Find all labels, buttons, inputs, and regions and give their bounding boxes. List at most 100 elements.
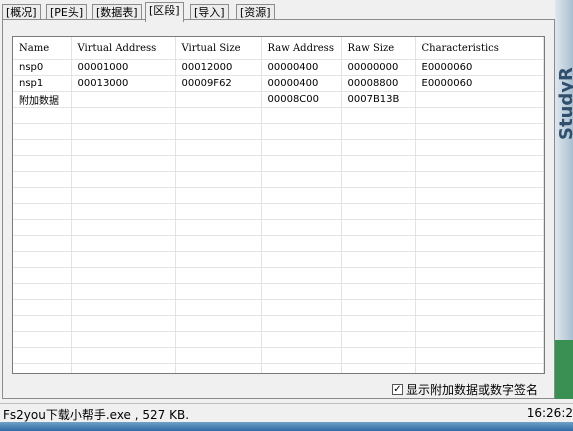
table-cell: [71, 363, 176, 373]
table-cell: [13, 187, 72, 204]
table-cell: [261, 331, 342, 348]
table-row[interactable]: 附加数据 00008C00 0007B13B: [13, 91, 544, 108]
table-cell: [415, 107, 544, 124]
table-cell: [261, 347, 342, 364]
sections-list[interactable]: Name Virtual Address Virtual Size Raw Addre…: [12, 36, 545, 374]
table-cell: 00012000: [175, 59, 262, 76]
table-cell: [13, 203, 72, 220]
checkbox-check-icon[interactable]: ✓: [392, 384, 403, 395]
sections-table: Name Virtual Address Virtual Size Raw Addre…: [13, 37, 544, 373]
column-header[interactable]: Raw Size: [341, 37, 416, 60]
table-cell: nsp1: [13, 75, 72, 92]
table-cell: [175, 203, 262, 220]
table-cell: [261, 171, 342, 188]
table-cell: [71, 347, 176, 364]
table-cell: [13, 347, 72, 364]
table-cell: [175, 171, 262, 188]
table-cell: [261, 203, 342, 220]
table-cell: [71, 91, 176, 108]
tab-2[interactable]: [数据表]: [92, 4, 142, 20]
table-cell: [261, 251, 342, 268]
table-cell: [415, 235, 544, 252]
table-cell: [261, 123, 342, 140]
table-cell: [341, 235, 416, 252]
table-cell: [261, 107, 342, 124]
table-cell: [71, 251, 176, 268]
table-row: [13, 299, 544, 316]
column-header[interactable]: Virtual Size: [175, 37, 262, 60]
table-cell: [261, 283, 342, 300]
table-cell: [175, 219, 262, 236]
table-row: [13, 219, 544, 236]
table-cell: [175, 331, 262, 348]
table-cell: 00000400: [261, 59, 342, 76]
table-cell: [341, 219, 416, 236]
tab-3[interactable]: [区段]: [145, 2, 184, 22]
column-header[interactable]: Raw Address: [261, 37, 342, 60]
tab-0[interactable]: [概况]: [2, 4, 41, 20]
status-file-info: Fs2you下载小帮手.exe , 527 KB.: [3, 408, 190, 422]
table-cell: [175, 123, 262, 140]
table-row[interactable]: nsp0 00001000 00012000 00000400 00000000 E000…: [13, 59, 544, 76]
table-row: [13, 315, 544, 332]
table-cell: [175, 299, 262, 316]
table-cell: [341, 171, 416, 188]
table-cell: [175, 187, 262, 204]
table-cell: [415, 187, 544, 204]
table-cell: [415, 331, 544, 348]
table-cell: [341, 363, 416, 373]
column-header[interactable]: Virtual Address: [71, 37, 176, 60]
table-cell: nsp0: [13, 59, 72, 76]
table-row: [13, 123, 544, 140]
table-cell: [341, 187, 416, 204]
table-cell: [261, 219, 342, 236]
table-cell: [415, 267, 544, 284]
tab-4[interactable]: [导入]: [190, 4, 229, 20]
table-cell: [71, 203, 176, 220]
table-cell: [13, 219, 72, 236]
table-row: [13, 139, 544, 156]
table-row: [13, 331, 544, 348]
table-cell: [13, 251, 72, 268]
table-row: [13, 155, 544, 172]
table-cell: [341, 315, 416, 332]
table-cell: [341, 347, 416, 364]
table-cell: [415, 123, 544, 140]
table-cell: [71, 267, 176, 284]
table-cell: [415, 283, 544, 300]
table-row: [13, 267, 544, 284]
show-overlay-checkbox[interactable]: ✓ 显示附加数据或数字签名: [392, 381, 538, 398]
table-cell: 附加数据: [13, 91, 72, 108]
table-cell: 00013000: [71, 75, 176, 92]
table-cell: [13, 155, 72, 172]
table-cell: [415, 251, 544, 268]
table-cell: [71, 171, 176, 188]
column-header[interactable]: Characteristics: [415, 37, 544, 60]
table-cell: [415, 91, 544, 108]
background-artwork: StudyR: [555, 0, 573, 399]
table-cell: [261, 187, 342, 204]
column-header[interactable]: Name: [13, 37, 72, 60]
table-cell: [415, 299, 544, 316]
table-cell: [13, 363, 72, 373]
table-cell: 00008C00: [261, 91, 342, 108]
table-cell: [261, 315, 342, 332]
table-row[interactable]: nsp1 00013000 00009F62 00000400 00008800 E000…: [13, 75, 544, 92]
table-cell: [175, 91, 262, 108]
tab-5[interactable]: [资源]: [236, 4, 275, 20]
artwork-green-patch: [555, 340, 573, 399]
tab-1[interactable]: [PE头]: [46, 4, 88, 20]
taskbar-strip: [0, 422, 573, 431]
table-cell: [71, 155, 176, 172]
sections-panel: Name Virtual Address Virtual Size Raw Addre…: [2, 19, 555, 399]
table-cell: [261, 139, 342, 156]
status-time: 16:26:2: [526, 406, 573, 420]
table-cell: [341, 123, 416, 140]
table-cell: [175, 267, 262, 284]
status-bar: Fs2you下载小帮手.exe , 527 KB. 16:26:2: [0, 403, 573, 422]
artwork-text: StudyR: [556, 67, 573, 140]
table-cell: E0000060: [415, 75, 544, 92]
table-cell: [71, 283, 176, 300]
table-header: Name Virtual Address Virtual Size Raw Addre…: [13, 37, 544, 60]
table-cell: [415, 363, 544, 373]
